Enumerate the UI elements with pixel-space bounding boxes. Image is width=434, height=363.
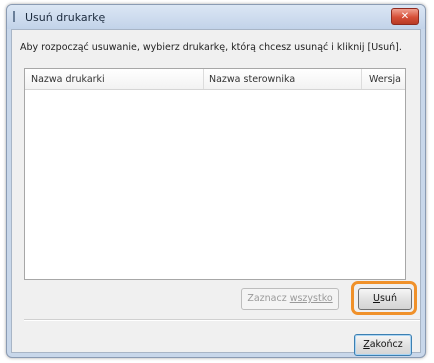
- divider: [24, 319, 420, 321]
- dialog-body: Aby rozpocząć usuwanie, wybierz drukarkę…: [11, 29, 421, 356]
- select-all-button[interactable]: Zaznacz wszystko: [241, 288, 339, 310]
- column-driver-name[interactable]: Nazwa sterownika: [209, 74, 295, 85]
- close-button[interactable]: ✕: [391, 8, 419, 25]
- window-title: Usuń drukarkę: [25, 11, 106, 24]
- callout-highlight: [351, 281, 417, 315]
- printer-icon: [13, 11, 19, 22]
- column-separator[interactable]: [361, 69, 362, 89]
- finish-label: akończ: [369, 339, 403, 350]
- column-separator[interactable]: [203, 69, 204, 89]
- dialog-window: Usuń drukarkę ✕ Aby rozpocząć usuwanie, …: [6, 4, 426, 358]
- title-bar[interactable]: Usuń drukarkę ✕: [7, 5, 425, 29]
- select-all-label: Zaznacz: [247, 293, 290, 304]
- instruction-text: Aby rozpocząć usuwanie, wybierz drukarkę…: [20, 42, 402, 53]
- printer-list[interactable]: Nazwa drukarki Nazwa sterownika Wersja: [24, 68, 406, 280]
- list-header: Nazwa drukarki Nazwa sterownika Wersja: [25, 69, 405, 90]
- select-all-accel: wszystko: [289, 293, 333, 304]
- column-printer-name[interactable]: Nazwa drukarki: [31, 74, 105, 85]
- finish-button[interactable]: Zakończ: [354, 334, 412, 356]
- column-version[interactable]: Wersja: [369, 74, 401, 85]
